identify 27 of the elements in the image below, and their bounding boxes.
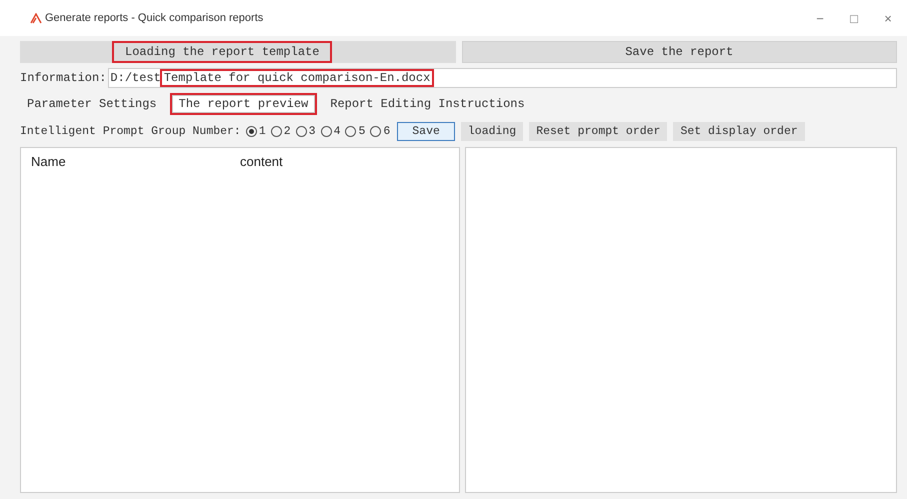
action-button[interactable]: loading (460, 122, 524, 140)
information-field[interactable]: D:/test Template for quick comparison-En.docx (108, 68, 897, 88)
radio-option[interactable]: 6 (370, 124, 390, 138)
radio-option[interactable]: 3 (296, 124, 316, 138)
app-logo-icon (30, 12, 42, 24)
action-button[interactable]: Reset prompt order (529, 122, 668, 140)
radio-option[interactable]: 2 (270, 124, 291, 138)
action-button[interactable]: Save (397, 122, 455, 140)
window-control-button[interactable]: □ (843, 10, 865, 26)
column-header: Name (31, 154, 67, 169)
window-control-button[interactable]: − (809, 10, 831, 26)
toolbar-button[interactable]: Loading the report template (112, 41, 332, 63)
radio-option[interactable]: 1 (246, 124, 266, 138)
file-name: Template for quick comparison-En.docx (162, 71, 432, 85)
tab[interactable]: The report preview (172, 95, 316, 113)
tab[interactable]: Report Editing Instructions (323, 95, 532, 113)
information-label: Information: (20, 71, 106, 85)
action-button[interactable]: Set display order (673, 122, 805, 140)
radio-option[interactable]: 4 (320, 124, 340, 138)
folder-path: D:/test (109, 71, 162, 85)
toolbar-button[interactable]: Save the report (462, 41, 897, 63)
radio-option[interactable]: 5 (345, 124, 366, 138)
window-title: Generate reports - Quick comparison reports (45, 12, 264, 24)
window-control-button[interactable]: × (877, 10, 899, 26)
tab[interactable]: Parameter Settings (20, 95, 164, 113)
group-label: Intelligent Prompt Group Number: (20, 124, 241, 138)
column-header: content (240, 154, 284, 169)
